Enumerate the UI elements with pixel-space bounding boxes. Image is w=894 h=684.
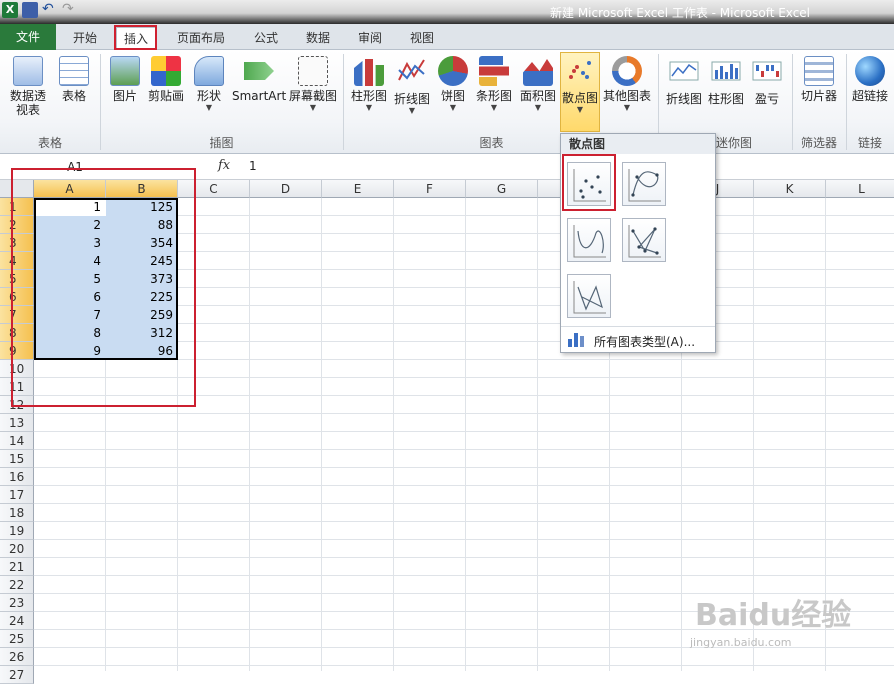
- clip-art-button[interactable]: 剪贴画: [146, 54, 186, 128]
- watermark-url: jingyan.baidu.com: [690, 636, 792, 649]
- line-chart-button[interactable]: 折线图 ▼: [392, 54, 432, 128]
- group-label-tables: 表格: [37, 136, 62, 150]
- formula-input[interactable]: 1: [249, 159, 257, 173]
- fx-icon[interactable]: fx: [218, 158, 230, 173]
- scatter-straight-lines-markers-option[interactable]: [622, 218, 666, 262]
- dropdown-title: 散点图: [561, 134, 715, 154]
- column-header-d[interactable]: D: [250, 180, 322, 198]
- screenshot-icon: [298, 56, 328, 86]
- pie-chart-button[interactable]: 饼图 ▼: [436, 54, 470, 128]
- sparkline-line-icon: [669, 61, 699, 81]
- row-header-21[interactable]: 21: [0, 558, 34, 576]
- sparkline-column-button[interactable]: 柱形图: [706, 54, 746, 128]
- row-header-27[interactable]: 27: [0, 666, 34, 684]
- picture-button[interactable]: 图片: [108, 54, 142, 128]
- row-header-18[interactable]: 18: [0, 504, 34, 522]
- other-charts-button[interactable]: 其他图表 ▼: [602, 54, 652, 128]
- group-label-illustrations: 插图: [209, 136, 234, 150]
- clip-art-icon: [151, 56, 181, 86]
- quick-access-toolbar: X ↶ ↷: [2, 2, 78, 18]
- scatter-option-highlight: [562, 154, 616, 211]
- all-chart-types-link[interactable]: 所有图表类型(A)...: [594, 333, 695, 350]
- group-label-sparklines: 迷你图: [716, 136, 753, 150]
- insert-tab-highlight: [114, 25, 157, 50]
- screenshot-button[interactable]: 屏幕截图 ▼: [289, 54, 337, 128]
- doughnut-chart-icon: [612, 56, 642, 86]
- smartart-button[interactable]: SmartArt: [232, 54, 286, 128]
- area-chart-icon: [523, 59, 553, 86]
- tab-formulas[interactable]: 公式: [244, 27, 288, 50]
- all-chart-types-icon: [567, 331, 585, 347]
- column-header-k[interactable]: K: [754, 180, 826, 198]
- row-header-22[interactable]: 22: [0, 576, 34, 594]
- row-header-17[interactable]: 17: [0, 486, 34, 504]
- data-range-highlight: [11, 168, 196, 407]
- tab-data[interactable]: 数据: [296, 27, 340, 50]
- row-header-16[interactable]: 16: [0, 468, 34, 486]
- title-bar: X ↶ ↷ 新建 Microsoft Excel 工作表 - Microsoft…: [0, 0, 894, 24]
- row-header-20[interactable]: 20: [0, 540, 34, 558]
- scatter-straight-lines-icon: [573, 281, 606, 314]
- row-header-25[interactable]: 25: [0, 630, 34, 648]
- tab-page-layout[interactable]: 页面布局: [170, 27, 232, 50]
- group-label-filter: 筛选器: [800, 136, 837, 150]
- row-header-23[interactable]: 23: [0, 594, 34, 612]
- shapes-icon: [194, 56, 224, 86]
- save-icon[interactable]: [22, 2, 38, 18]
- tab-file[interactable]: 文件: [0, 24, 56, 50]
- hyperlink-button[interactable]: 超链接: [850, 54, 890, 128]
- scatter-chart-icon: [569, 61, 591, 79]
- row-header-14[interactable]: 14: [0, 432, 34, 450]
- undo-icon[interactable]: ↶: [42, 2, 58, 18]
- column-header-g[interactable]: G: [466, 180, 538, 198]
- tab-home[interactable]: 开始: [62, 27, 108, 50]
- row-header-19[interactable]: 19: [0, 522, 34, 540]
- scatter-smooth-markers-icon: [628, 169, 661, 202]
- pivot-table-button[interactable]: 数据透视表: [6, 54, 50, 128]
- bar-chart-icon: [479, 56, 509, 86]
- line-chart-icon: [398, 59, 425, 81]
- scatter-smooth-lines-option[interactable]: [567, 218, 611, 262]
- row-header-15[interactable]: 15: [0, 450, 34, 468]
- column-header-l[interactable]: L: [826, 180, 894, 198]
- ribbon: 数据透视表 表格 图片 剪贴画 形状 ▼ SmartArt 屏幕截图 ▼ 柱形图…: [0, 50, 894, 154]
- pivot-table-icon: [13, 56, 43, 86]
- tab-review[interactable]: 审阅: [348, 27, 392, 50]
- redo-icon[interactable]: ↷: [62, 2, 78, 18]
- globe-link-icon: [855, 56, 885, 86]
- table-button[interactable]: 表格: [56, 54, 92, 128]
- column-header-f[interactable]: F: [394, 180, 466, 198]
- shapes-button[interactable]: 形状 ▼: [192, 54, 226, 128]
- table-icon: [59, 56, 89, 86]
- sparkline-line-button[interactable]: 折线图: [664, 54, 704, 128]
- group-label-links: 链接: [857, 136, 882, 150]
- column-header-e[interactable]: E: [322, 180, 394, 198]
- slicer-icon: [804, 56, 834, 86]
- watermark-brand: Baidu经验: [695, 598, 852, 633]
- divider: [561, 326, 715, 327]
- smartart-icon: [244, 62, 274, 80]
- row-header-26[interactable]: 26: [0, 648, 34, 666]
- scatter-smooth-lines-icon: [573, 225, 606, 258]
- win-loss-button[interactable]: 盈亏: [748, 54, 786, 128]
- pie-chart-icon: [438, 56, 468, 86]
- bar-chart-button[interactable]: 条形图 ▼: [474, 54, 514, 128]
- slicer-button[interactable]: 切片器: [798, 54, 840, 128]
- row-header-13[interactable]: 13: [0, 414, 34, 432]
- picture-icon: [110, 56, 140, 86]
- sparkline-column-icon: [711, 61, 741, 81]
- win-loss-icon: [752, 61, 782, 81]
- column-chart-button[interactable]: 柱形图 ▼: [349, 54, 389, 128]
- excel-logo-icon: X: [2, 2, 18, 18]
- row-header-24[interactable]: 24: [0, 612, 34, 630]
- scatter-smooth-lines-markers-option[interactable]: [622, 162, 666, 206]
- column-chart-icon: [354, 59, 384, 86]
- scatter-chart-button[interactable]: 散点图 ▼: [560, 52, 600, 132]
- area-chart-button[interactable]: 面积图 ▼: [518, 54, 558, 128]
- window-title: 新建 Microsoft Excel 工作表 - Microsoft Excel: [550, 6, 811, 20]
- tab-view[interactable]: 视图: [400, 27, 444, 50]
- scatter-straight-markers-icon: [628, 225, 661, 258]
- scatter-straight-lines-option[interactable]: [567, 274, 611, 318]
